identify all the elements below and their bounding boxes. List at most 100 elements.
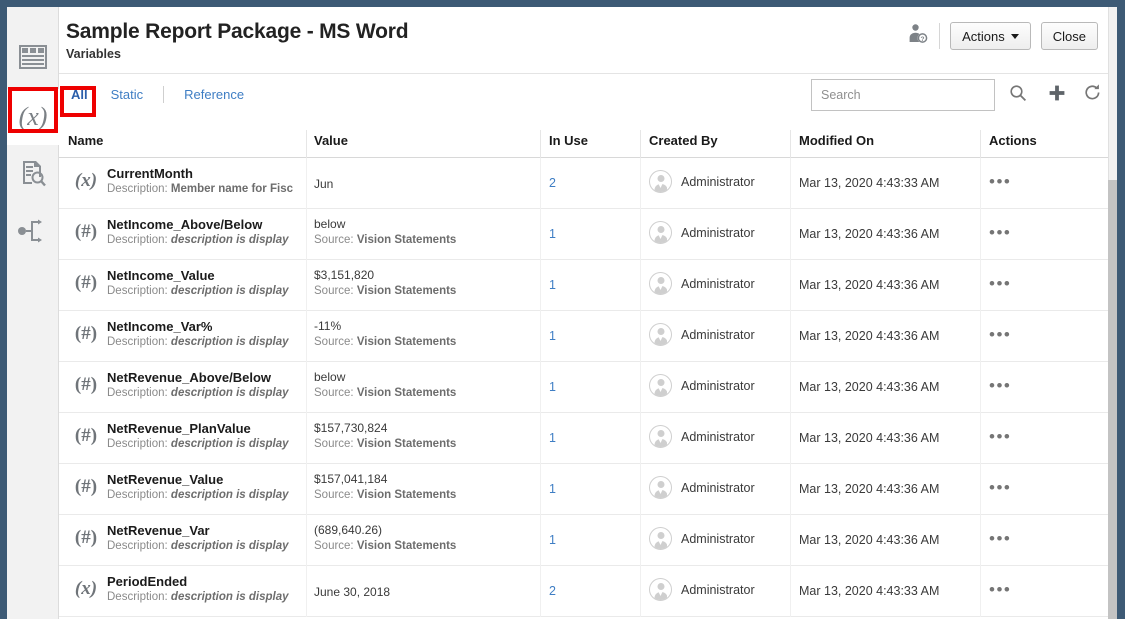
table-row[interactable]: (#) NetIncome_Above/Below Description: des…	[59, 209, 1108, 260]
table-row[interactable]: (#) NetRevenue_Value Description: descript…	[59, 464, 1108, 515]
row-actions-menu[interactable]: •••	[989, 581, 1029, 598]
sidebar-item-report-package[interactable]	[7, 31, 59, 87]
description-text: description is display	[170, 489, 289, 501]
row-divider-4	[790, 515, 791, 566]
header-divider-3	[640, 130, 641, 158]
variable-value: below	[314, 217, 346, 231]
in-use-link[interactable]: 1	[549, 380, 609, 394]
row-divider-1	[306, 260, 307, 311]
search-icon	[1009, 84, 1027, 107]
toolbar: All Static Reference	[59, 74, 1108, 127]
search-input[interactable]	[811, 79, 995, 111]
created-by-name: Administrator	[681, 378, 755, 393]
sidebar-item-review[interactable]	[7, 147, 59, 203]
variable-value: $157,730,824	[314, 421, 388, 435]
row-actions-menu[interactable]: •••	[989, 173, 1029, 190]
variable-description: Description: description is display	[107, 591, 307, 603]
row-divider-5	[980, 464, 981, 515]
row-actions-menu[interactable]: •••	[989, 326, 1029, 343]
row-divider-4	[790, 260, 791, 311]
variable-source: Source: Vision Statements	[314, 489, 549, 501]
description-label: Description:	[107, 183, 168, 195]
filter-tabs: All Static Reference	[68, 85, 247, 104]
row-actions-menu[interactable]: •••	[989, 428, 1029, 445]
variable-type-icon: (#)	[74, 476, 98, 497]
variable-value-cell: (689,640.26) Source: Vision Statements	[314, 523, 549, 552]
in-use-link[interactable]: 2	[549, 584, 609, 598]
description-label: Description:	[107, 438, 168, 450]
row-actions-menu[interactable]: •••	[989, 530, 1029, 547]
in-use-link[interactable]: 1	[549, 227, 609, 241]
table-row[interactable]: (#) NetRevenue_Var Description: descriptio…	[59, 515, 1108, 566]
refresh-button[interactable]	[1078, 81, 1106, 109]
row-divider-5	[980, 413, 981, 464]
row-divider-3	[640, 566, 641, 617]
page-scrollbar-thumb[interactable]	[1108, 180, 1117, 619]
table-row[interactable]: (#) NetIncome_Value Description: descripti…	[59, 260, 1108, 311]
chevron-down-icon	[1010, 33, 1019, 39]
sidebar-item-variables[interactable]: (x)	[7, 89, 59, 145]
variable-name-cell: NetRevenue_Value Description: description…	[107, 472, 307, 501]
in-use-link[interactable]: 1	[549, 329, 609, 343]
table-row[interactable]: (#) NetRevenue_PlanValue Description: desc…	[59, 413, 1108, 464]
modified-on: Mar 13, 2020 4:43:36 AM	[799, 227, 940, 241]
created-by-cell: Administrator	[649, 323, 755, 346]
description-label: Description:	[107, 387, 168, 399]
row-divider-4	[790, 413, 791, 464]
row-divider-5	[980, 566, 981, 617]
column-header-in-use: In Use	[549, 133, 589, 148]
close-button[interactable]: Close	[1040, 22, 1098, 50]
in-use-link[interactable]: 1	[549, 278, 609, 292]
table-row[interactable]: (x) CurrentMonth Description: Member name …	[59, 158, 1108, 209]
search-button[interactable]	[1004, 81, 1032, 109]
header-divider-2	[540, 130, 541, 158]
column-header-value: Value	[314, 133, 348, 148]
tab-divider	[163, 86, 165, 103]
modified-on: Mar 13, 2020 4:43:36 AM	[799, 329, 940, 343]
created-by-name: Administrator	[681, 480, 755, 495]
table-row[interactable]: (#) NetRevenue_Above/Below Description: de…	[59, 362, 1108, 413]
search-field-wrapper	[811, 79, 995, 111]
variable-description: Description: description is display	[107, 285, 307, 297]
description-label: Description:	[107, 540, 168, 552]
variable-type-icon: (#)	[74, 323, 98, 344]
variable-name: NetRevenue_Var	[107, 523, 210, 538]
row-actions-menu[interactable]: •••	[989, 377, 1029, 394]
row-divider-4	[790, 566, 791, 617]
variable-type-icon: (x)	[74, 578, 98, 599]
row-divider-4	[790, 464, 791, 515]
table-row[interactable]: (x) PeriodEnded Description: description i…	[59, 566, 1108, 617]
variable-type-icon: (#)	[74, 221, 98, 242]
row-divider-2	[540, 362, 541, 413]
row-divider-5	[980, 362, 981, 413]
created-by-name: Administrator	[681, 174, 755, 189]
sidebar-item-workflow[interactable]	[7, 205, 59, 261]
modified-on: Mar 13, 2020 4:43:33 AM	[799, 176, 940, 190]
add-variable-button[interactable]	[1043, 81, 1071, 109]
source-text: Vision Statements	[356, 285, 457, 297]
description-text: description is display	[170, 438, 289, 450]
row-divider-5	[980, 311, 981, 362]
actions-button[interactable]: Actions	[950, 22, 1031, 50]
table-row[interactable]: (#) NetIncome_Var% Description: descriptio…	[59, 311, 1108, 362]
tab-static[interactable]: Static	[108, 85, 147, 104]
variable-value-cell: below Source: Vision Statements	[314, 370, 549, 399]
in-use-link[interactable]: 2	[549, 176, 609, 190]
variable-value-cell: $3,151,820 Source: Vision Statements	[314, 268, 549, 297]
header-controls: ? Actions Close	[901, 19, 1098, 53]
variable-value: (689,640.26)	[314, 523, 383, 537]
add-icon	[1048, 84, 1066, 107]
row-actions-menu[interactable]: •••	[989, 224, 1029, 241]
in-use-link[interactable]: 1	[549, 533, 609, 547]
row-actions-menu[interactable]: •••	[989, 479, 1029, 496]
in-use-link[interactable]: 1	[549, 482, 609, 496]
row-actions-menu[interactable]: •••	[989, 275, 1029, 292]
in-use-link[interactable]: 1	[549, 431, 609, 445]
created-by-name: Administrator	[681, 276, 755, 291]
source-label: Source:	[314, 438, 354, 450]
variable-name: NetRevenue_PlanValue	[107, 421, 251, 436]
variable-name-cell: NetIncome_Above/Below Description: descri…	[107, 217, 307, 246]
tab-all[interactable]: All	[68, 85, 91, 104]
tab-reference[interactable]: Reference	[181, 85, 247, 104]
user-properties-button[interactable]: ?	[901, 19, 935, 53]
